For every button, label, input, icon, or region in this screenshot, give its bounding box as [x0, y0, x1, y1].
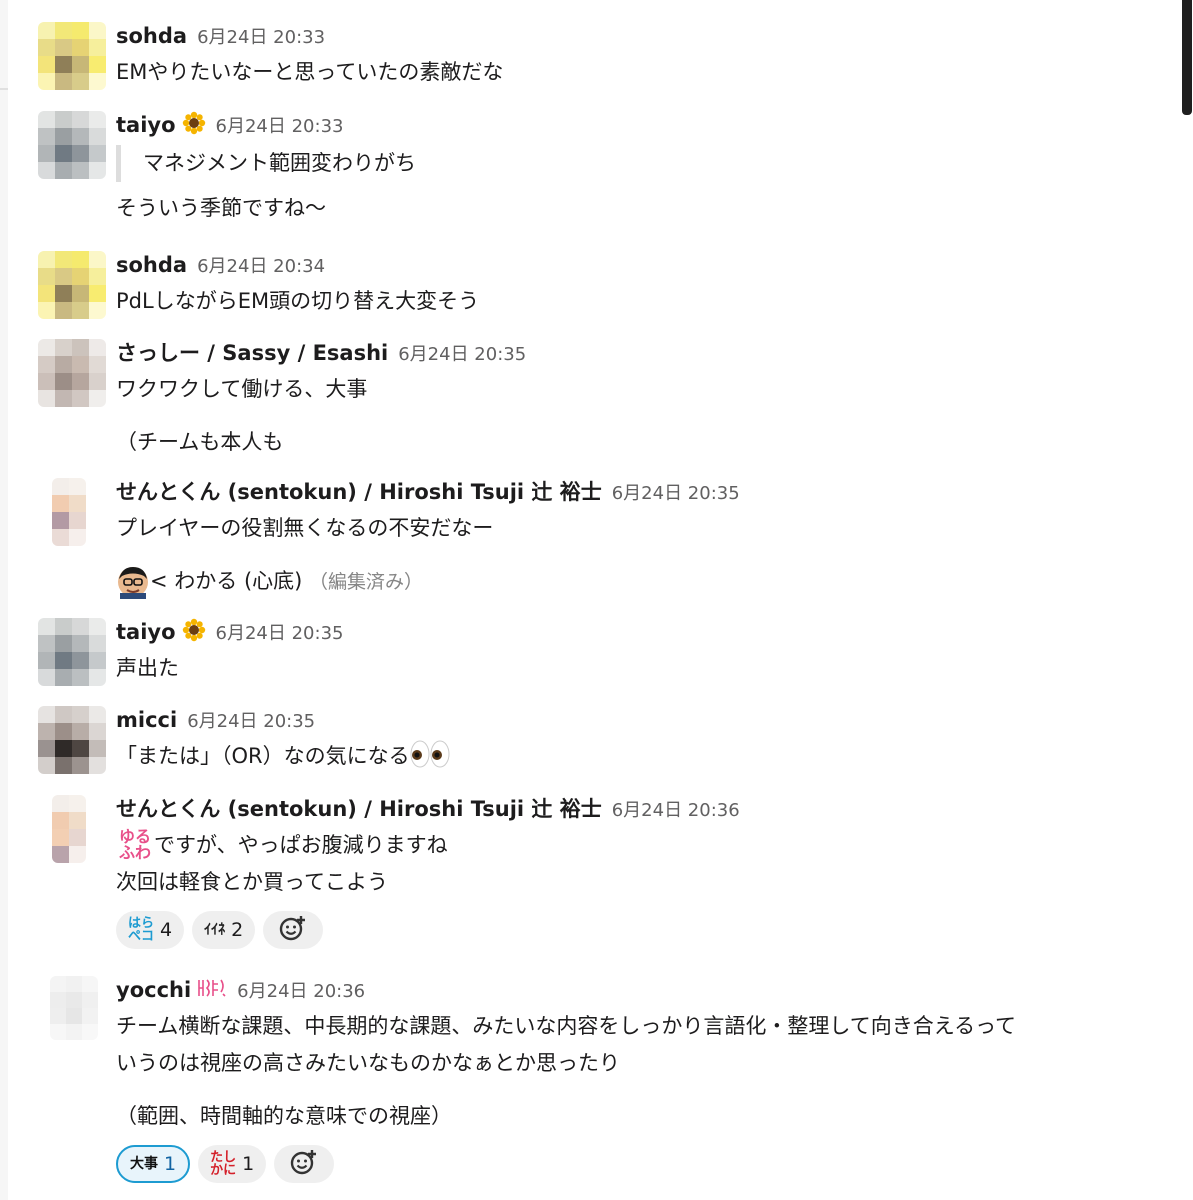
timestamp[interactable]: 6月24日 20:34: [197, 256, 325, 277]
author-name[interactable]: せんとくん (sentokun) / Hiroshi Tsuji 辻 裕士: [116, 480, 602, 504]
eyes-icon: [410, 739, 450, 781]
message-text: プレイヤーの役割無くなるの不安だなー: [116, 516, 494, 540]
reaction-daiji[interactable]: 大事 1: [116, 1145, 191, 1183]
reactions-bar: 大事 1 たし かに 1: [116, 1145, 1170, 1183]
timestamp[interactable]: 6月24日 20:35: [216, 623, 344, 644]
tashikani-emoji-icon: たし かに: [210, 1150, 237, 1178]
daiji-emoji-icon: 大事: [130, 1155, 158, 1172]
timestamp[interactable]: 6月24日 20:35: [398, 344, 526, 365]
author-name[interactable]: sohda: [116, 253, 187, 277]
message-line: 「または」（OR）なの気になる: [116, 738, 1170, 781]
reaction-iine[interactable]: ｲｲﾈ 2: [192, 911, 256, 949]
message-text: いうのは視座の高さみたいなものかなぁとか思ったり: [116, 1051, 620, 1075]
pink-stamp-emoji-icon: [197, 976, 227, 1009]
add-emoji-icon: [290, 1148, 318, 1181]
timestamp[interactable]: 6月24日 20:35: [187, 711, 315, 732]
message-text: 次回は軽食とか買ってこよう: [116, 870, 388, 894]
author-name[interactable]: taiyo: [116, 113, 176, 137]
edited-label: （編集済み）: [309, 571, 424, 593]
author-name[interactable]: micci: [116, 708, 177, 732]
yurufuwa-emoji-icon: ゆる ふわ: [118, 827, 151, 862]
avatar[interactable]: [50, 976, 98, 1040]
iine-emoji-icon: ｲｲﾈ: [204, 921, 226, 938]
blockquote: マネジメント範囲変わりがち: [116, 145, 1170, 182]
message-text: そういう季節ですね〜: [116, 196, 326, 220]
message-text: 声出た: [116, 656, 179, 680]
reaction-count: 2: [231, 919, 244, 941]
reply-line: < わかる (心底) （編集済み）: [116, 563, 1170, 601]
sidebar-edge: [0, 0, 8, 1200]
sunflower-icon: [182, 111, 206, 144]
avatar[interactable]: [38, 111, 106, 179]
avatar[interactable]: [38, 706, 106, 774]
author-name[interactable]: さっしー / Sassy / Esashi: [116, 341, 388, 365]
author-name[interactable]: せんとくん (sentokun) / Hiroshi Tsuji 辻 裕士: [116, 797, 602, 821]
scrollbar[interactable]: [1181, 0, 1193, 1200]
timestamp[interactable]: 6月24日 20:36: [612, 800, 740, 821]
timestamp[interactable]: 6月24日 20:35: [612, 483, 740, 504]
author-name[interactable]: yocchi: [116, 978, 191, 1002]
message-text: 「または」（OR）なの気になる: [116, 744, 410, 768]
add-emoji-icon: [279, 914, 307, 947]
reply-text: < わかる (心底): [150, 569, 303, 593]
reactions-bar: はら ペコ 4 ｲｲﾈ 2: [116, 911, 1170, 949]
avatar[interactable]: [38, 251, 106, 319]
timestamp[interactable]: 6月24日 20:33: [197, 27, 325, 48]
author-name[interactable]: taiyo: [116, 620, 176, 644]
message-text: （チームも本人も: [116, 430, 284, 454]
reaction-harapeko[interactable]: はら ペコ 4: [116, 911, 185, 949]
message-text: ワクワクして働ける、大事: [116, 377, 368, 401]
reaction-count: 1: [164, 1153, 177, 1175]
reaction-count: 4: [160, 919, 173, 941]
sunflower-icon: [182, 618, 206, 651]
add-reaction-button[interactable]: [263, 911, 324, 949]
scrollbar-thumb[interactable]: [1182, 0, 1192, 115]
quote-text: マネジメント範囲変わりがち: [143, 151, 416, 175]
message-text: EMやりたいなーと思っていたの素敵だな: [116, 60, 504, 84]
add-reaction-button[interactable]: [274, 1145, 335, 1183]
timestamp[interactable]: 6月24日 20:36: [237, 981, 365, 1002]
author-name[interactable]: sohda: [116, 24, 187, 48]
message-text: PdLしながらEM頭の切り替え大変そう: [116, 289, 480, 313]
avatar[interactable]: [38, 339, 106, 407]
reaction-count: 1: [242, 1153, 255, 1175]
avatar[interactable]: [52, 478, 86, 546]
avatar[interactable]: [38, 618, 106, 686]
avatar[interactable]: [38, 22, 106, 90]
avatar[interactable]: [52, 795, 86, 863]
message-text: ですが、やっぱお腹減りますね: [154, 833, 448, 857]
face-emoji-icon: [116, 565, 150, 599]
reaction-tashikani[interactable]: たし かに 1: [198, 1145, 267, 1183]
message-text: （範囲、時間軸的な意味での視座）: [116, 1104, 452, 1128]
harapeko-emoji-icon: はら ペコ: [128, 916, 155, 944]
timestamp[interactable]: 6月24日 20:33: [216, 116, 344, 137]
message-line: ゆる ふわ ですが、やっぱお腹減りますね: [116, 827, 1170, 864]
message-text: チーム横断な課題、中長期的な課題、みたいな内容をしっかり言語化・整理して向き合え…: [116, 1014, 1017, 1038]
